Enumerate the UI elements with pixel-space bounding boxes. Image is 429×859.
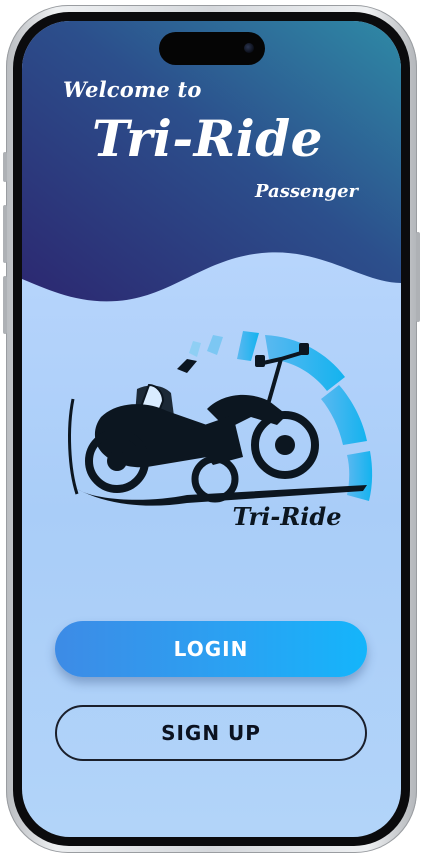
- logo-brand-text: Tri-Ride: [233, 502, 342, 529]
- login-button[interactable]: LOGIN: [55, 621, 367, 677]
- action-button: [3, 152, 7, 182]
- app-title: Tri-Ride: [92, 109, 323, 168]
- tri-ride-logo: Tri-Ride: [68, 331, 373, 529]
- welcome-text: Welcome to: [63, 77, 202, 102]
- power-button: [416, 232, 420, 322]
- volume-up-button: [3, 205, 7, 263]
- volume-down-button: [3, 276, 7, 334]
- app-screen: Welcome to Tri-Ride Passenger Tri-Ride L…: [22, 21, 401, 837]
- role-subtitle: Passenger: [255, 181, 359, 202]
- dynamic-island: [159, 32, 265, 65]
- signup-button[interactable]: SIGN UP: [55, 705, 367, 761]
- front-camera-icon: [244, 43, 254, 53]
